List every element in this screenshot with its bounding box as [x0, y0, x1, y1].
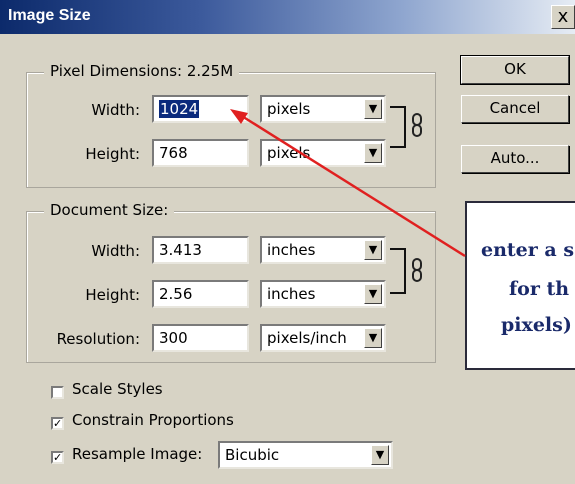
- image-size-dialog: Image Size x Pixel Dimensions: 2.25M Wid…: [0, 0, 575, 484]
- annotation-arrow: [230, 109, 466, 258]
